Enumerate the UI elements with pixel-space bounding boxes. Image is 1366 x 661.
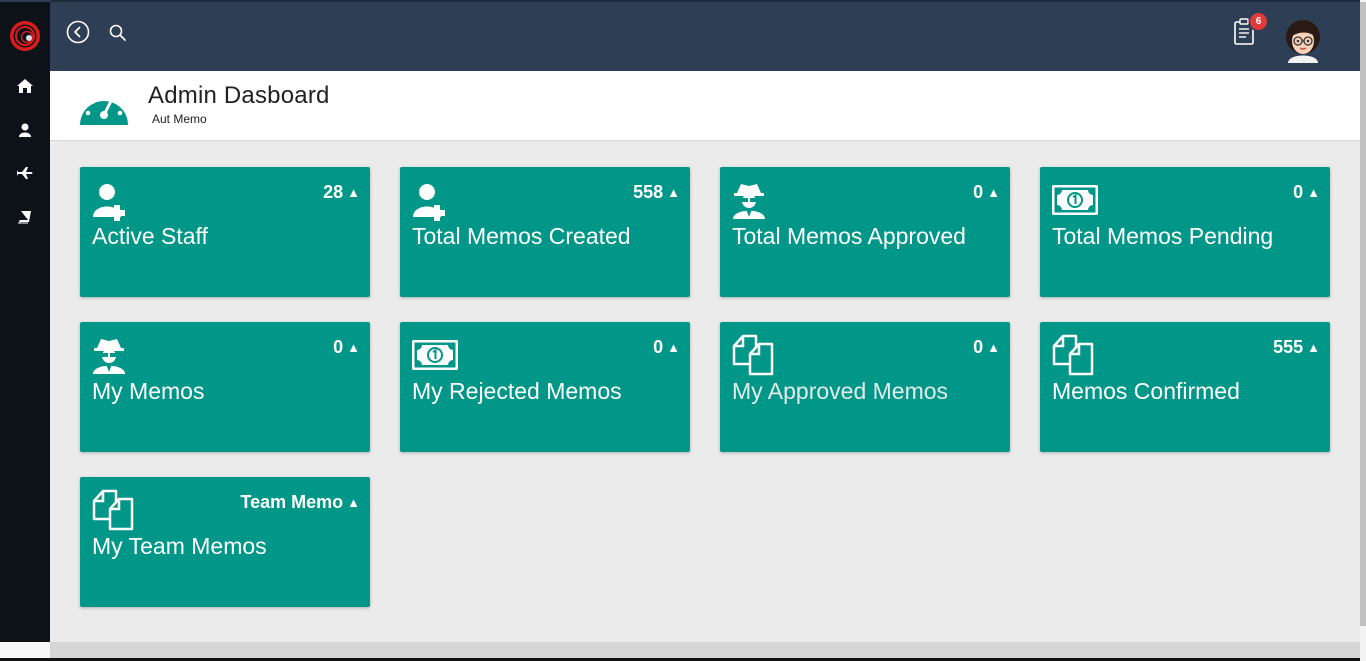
card-count: Team Memo ▲ (240, 492, 360, 512)
card-title: Memos Confirmed (1052, 378, 1240, 404)
card-total-memos-pending[interactable]: 0 ▲ Total Memos Pending (1040, 167, 1330, 297)
page-scrollbar[interactable] (1360, 0, 1366, 661)
page-subtitle: Aut Memo (152, 112, 207, 126)
copy-icon (92, 489, 134, 531)
avatar[interactable] (1282, 17, 1324, 65)
card-count: 558 ▲ (633, 182, 680, 202)
user-plus-icon (93, 184, 125, 221)
sidebar (0, 0, 50, 661)
card-my-approved-memos[interactable]: 0 ▲ My Approved Memos (720, 322, 1010, 452)
card-title: My Team Memos (92, 533, 267, 559)
book-icon (18, 211, 31, 224)
user-plus-icon (413, 184, 445, 221)
plane-icon (17, 167, 33, 179)
money-bill-icon (1052, 185, 1098, 215)
page-header: Admin Dasboard Aut Memo (50, 71, 1360, 141)
card-my-team-memos[interactable]: Team Memo ▲ My Team Memos (80, 477, 370, 607)
money-bill-icon (412, 340, 458, 370)
card-my-memos[interactable]: 0 ▲ My Memos (80, 322, 370, 452)
logo-icon[interactable] (9, 20, 41, 52)
user-icon (19, 123, 31, 137)
card-total-memos-created[interactable]: 558 ▲ Total Memos Created (400, 167, 690, 297)
user-secret-icon (733, 184, 765, 219)
sidebar-item-travel[interactable] (0, 158, 50, 188)
scrollbar-thumb[interactable] (1360, 2, 1366, 626)
card-my-rejected-memos[interactable]: 0 ▲ My Rejected Memos (400, 322, 690, 452)
card-count: 28 ▲ (323, 182, 360, 202)
sidebar-item-book[interactable] (0, 202, 50, 232)
copy-icon (1052, 334, 1094, 376)
card-title: Active Staff (92, 223, 208, 249)
home-icon (17, 79, 33, 93)
card-count: 0 ▲ (973, 182, 1000, 202)
card-title: My Rejected Memos (412, 378, 622, 404)
page-title: Admin Dasboard (148, 82, 330, 109)
card-title: My Memos (92, 378, 205, 404)
card-title: Total Memos Created (412, 223, 631, 249)
card-title: Total Memos Pending (1052, 223, 1274, 249)
user-secret-icon (93, 339, 125, 374)
card-count: 555 ▲ (1273, 337, 1320, 357)
search-icon[interactable] (108, 23, 128, 43)
card-memos-confirmed[interactable]: 555 ▲ Memos Confirmed (1040, 322, 1330, 452)
card-count: 0 ▲ (333, 337, 360, 357)
card-total-memos-approved[interactable]: 0 ▲ Total Memos Approved (720, 167, 1010, 297)
notification-badge: 6 (1250, 13, 1267, 30)
copy-icon (732, 334, 774, 376)
back-icon[interactable] (66, 20, 90, 44)
dashboard-gauge-icon (80, 94, 128, 125)
sidebar-item-home[interactable] (0, 71, 50, 101)
card-title: Total Memos Approved (732, 223, 966, 249)
top-navbar: 6 (50, 0, 1360, 71)
card-count: 0 ▲ (973, 337, 1000, 357)
card-active-staff[interactable]: 28 ▲ Active Staff (80, 167, 370, 297)
card-title: My Approved Memos (732, 378, 949, 404)
card-count: 0 ▲ (1293, 182, 1320, 202)
sidebar-item-user[interactable] (0, 115, 50, 145)
card-count: 0 ▲ (653, 337, 680, 357)
